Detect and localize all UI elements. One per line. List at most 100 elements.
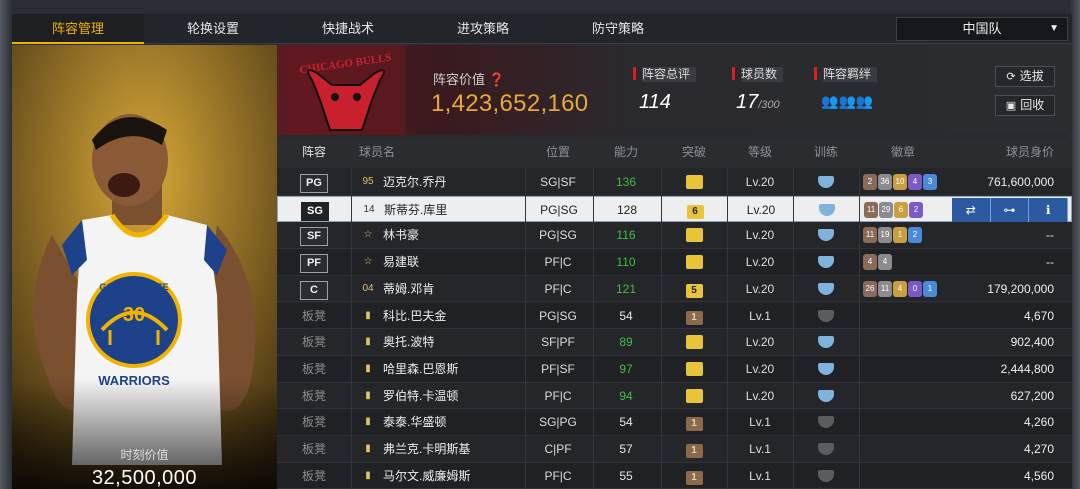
breakthrough-cell — [661, 383, 727, 409]
player-name[interactable]: 林书豪 — [383, 222, 419, 248]
shield-icon — [818, 389, 834, 402]
col-badges[interactable]: 徽章 — [863, 137, 943, 168]
player-name[interactable]: 罗伯特.卡温顿 — [383, 383, 458, 409]
position-cell: PG|SG — [539, 308, 577, 323]
badge-icon: 6 — [894, 201, 908, 218]
col-lineup[interactable]: 阵容 — [277, 137, 351, 168]
col-ability[interactable]: 能力 — [593, 137, 659, 168]
table-row[interactable]: 板凳 ▮ 罗伯特.卡温顿 PF|C 94 Lv.20 627,200 — [277, 383, 1072, 410]
recycle-button[interactable]: ▣ 回收 — [995, 95, 1055, 116]
slot-badge: PF — [300, 254, 328, 274]
slot-cell: 板凳 — [277, 409, 351, 435]
tab-quick-tactics[interactable]: 快捷战术 — [282, 14, 414, 44]
chemistry-people-icon: 👥 — [821, 93, 839, 109]
table-row[interactable]: 板凳 ▮ 哈里森.巴恩斯 PF|SF 97 Lv.20 2,444,800 — [277, 355, 1072, 383]
shield-icon — [818, 443, 834, 455]
chemistry-people-icon: 👥 — [855, 93, 874, 109]
training-cell — [793, 436, 859, 462]
player-name[interactable]: 蒂姆.邓肯 — [383, 276, 434, 302]
player-name[interactable]: 弗兰克.卡明斯基 — [383, 436, 470, 462]
training-cell — [793, 329, 859, 355]
lineup-value-label: 阵容价值 ❓ — [433, 72, 505, 87]
training-cell — [793, 249, 859, 275]
crown-icon: 1 — [685, 444, 703, 458]
table-row[interactable]: 板凳 ▮ 泰泰.华盛顿 SG|PG 54 1 Lv.1 4,260 — [277, 409, 1072, 436]
tab-lineup[interactable]: 阵容管理 — [12, 14, 144, 44]
chevron-down-icon: ▼ — [1049, 23, 1059, 34]
table-row[interactable]: SF ☆ 林书豪 PG|SG 116 Lv.20 11 19 1 2 -- — [277, 222, 1072, 250]
col-position[interactable]: 位置 — [525, 137, 591, 168]
player-value-cell: 179,200,000 — [987, 281, 1054, 296]
table-row[interactable]: PF ☆ 易建联 PF|C 110 Lv.20 44 -- — [277, 249, 1072, 276]
table-row[interactable]: 板凳 ▮ 马尔文.威廉姆斯 PF|C 55 1 Lv.1 4,560 — [277, 462, 1072, 489]
breakthrough-cell — [661, 329, 727, 355]
player-name[interactable]: 哈里森.巴恩斯 — [383, 356, 458, 382]
tab-offense[interactable]: 进攻策略 — [417, 14, 549, 44]
player-value-cell: 4,260 — [1023, 415, 1054, 430]
player-name[interactable]: 易建联 — [383, 249, 419, 275]
tab-defense[interactable]: 防守策略 — [552, 14, 684, 44]
slot-cell: 板凳 — [277, 436, 351, 462]
help-icon[interactable]: ❓ — [489, 72, 505, 87]
col-divider — [525, 168, 526, 489]
badge-icon: 2 — [909, 201, 923, 218]
table-row[interactable]: 板凳 ▮ 弗兰克.卡明斯基 C|PF 57 1 Lv.1 4,270 — [277, 436, 1072, 463]
ability-cell: 121 — [615, 281, 637, 296]
player-name[interactable]: 泰泰.华盛顿 — [383, 409, 446, 435]
col-divider — [727, 168, 728, 489]
player-card[interactable]: GOLDEN STATE 30 WARRIORS 时刻价值 32,500,000 — [12, 45, 277, 489]
col-level[interactable]: 等级 — [727, 137, 793, 168]
crown-icon: 1 — [685, 470, 703, 485]
breakthrough-cell: 6 — [662, 197, 728, 223]
badge-icon: 11 — [878, 280, 892, 297]
table-row[interactable]: C 04 蒂姆.邓肯 PF|C 121 5 Lv.20 26 11 4 0 1 179,… — [277, 276, 1072, 303]
badge-icon: 4 — [908, 174, 922, 190]
position-cell: PF|C — [544, 255, 572, 270]
col-name[interactable]: 球员名 — [359, 137, 419, 168]
col-divider — [593, 168, 594, 489]
breakthrough-cell — [661, 222, 727, 248]
info-button[interactable]: ℹ — [1029, 197, 1069, 222]
badge-icon: 2 — [863, 174, 877, 190]
team-dropdown[interactable]: 中国队 ▼ — [896, 17, 1068, 41]
shield-icon — [818, 309, 834, 322]
player-name[interactable]: 马尔文.威廉姆斯 — [383, 463, 470, 489]
shield-icon — [818, 176, 834, 188]
ability-cell: 54 — [619, 415, 633, 430]
player-number-badge: ▮ — [365, 336, 371, 348]
crown-icon — [685, 228, 703, 243]
bulls-logo: CHICAGO BULLS — [287, 45, 405, 135]
shield-icon — [819, 203, 835, 216]
badge-icon: 4 — [863, 254, 877, 271]
player-name[interactable]: 科比.巴夫金 — [383, 303, 446, 329]
col-player-value[interactable]: 球员身价 — [974, 137, 1054, 168]
tab-rotation[interactable]: 轮换设置 — [147, 14, 279, 44]
table-row[interactable]: 板凳 ▮ 科比.巴夫金 PG|SG 54 1 Lv.1 4,670 — [277, 302, 1072, 330]
chemistry-icons[interactable]: 👥👥👥 — [821, 93, 873, 111]
player-name[interactable]: 斯蒂芬.库里 — [384, 197, 447, 223]
position-cell: PF|C — [544, 281, 572, 296]
table-row[interactable]: PG 95 迈克尔.乔丹 SG|SF 136 Lv.20 2 36 10 4 3 761… — [277, 169, 1072, 196]
training-cell — [793, 276, 859, 302]
col-divider — [793, 168, 794, 489]
table-row[interactable]: 板凳 ▮ 奥托.波特 SF|PF 89 Lv.20 902,400 — [277, 329, 1072, 356]
table-row[interactable]: SG 14 斯蒂芬.库里 PG|SG 128 6 Lv.20 11 29 6 2 ⇄ … — [277, 195, 1072, 223]
badge-icon: 26 — [863, 280, 877, 297]
train-button[interactable]: ⊶ — [991, 197, 1030, 222]
stat-players-value: 17/300 — [736, 91, 780, 113]
crown-icon — [685, 388, 703, 403]
player-name[interactable]: 奥托.波特 — [383, 329, 434, 355]
col-breakthrough[interactable]: 突破 — [661, 137, 727, 168]
background-left — [0, 0, 12, 489]
player-value-cell: -- — [1046, 228, 1054, 243]
breakthrough-cell: 5 — [661, 276, 727, 302]
player-number-badge: 14 — [363, 203, 375, 215]
col-training[interactable]: 训练 — [793, 137, 859, 168]
training-cell — [794, 197, 860, 223]
pick-button[interactable]: ⟳ 选拔 — [995, 66, 1055, 87]
shield-icon — [818, 362, 834, 375]
shield-icon — [818, 469, 834, 482]
player-name[interactable]: 迈克尔.乔丹 — [383, 169, 446, 195]
chemistry-people-icon: 👥 — [838, 93, 856, 109]
swap-button[interactable]: ⇄ — [952, 197, 991, 222]
